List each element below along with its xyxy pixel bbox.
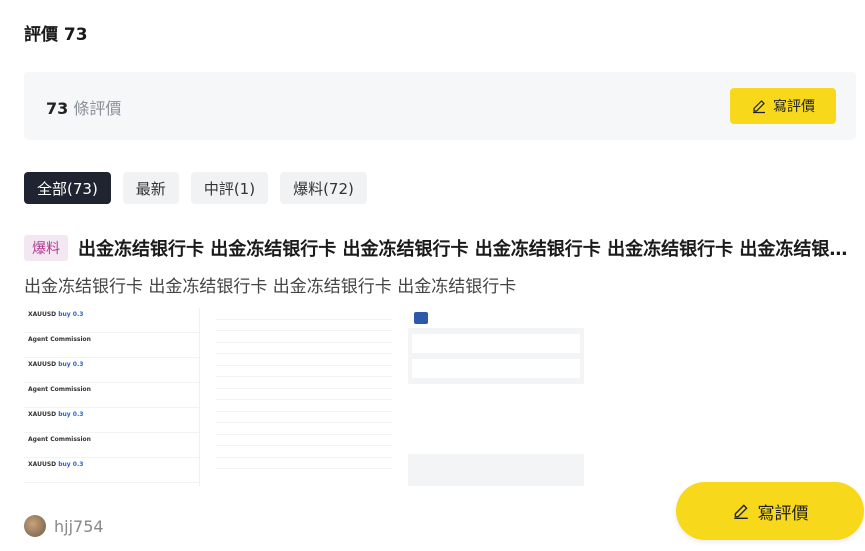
review-count-unit: 條評價 bbox=[73, 99, 122, 118]
pencil-icon bbox=[753, 100, 765, 114]
author-name[interactable]: hjj754 bbox=[54, 517, 104, 536]
tab-exposure[interactable]: 爆料(72) bbox=[280, 172, 367, 204]
floating-write-review-button[interactable]: 寫評價 bbox=[676, 482, 864, 540]
review-summary: 73 條評價 寫評價 bbox=[24, 72, 856, 140]
avatar[interactable] bbox=[24, 515, 46, 537]
review-count: 73 條評價 bbox=[46, 95, 121, 119]
filter-tabs: 全部(73) 最新 中評(1) 爆料(72) bbox=[24, 172, 367, 204]
post-image-1[interactable]: XAUUSD buy 0.3 Agent Commission XAUUSD b… bbox=[24, 308, 200, 486]
review-count-number: 73 bbox=[46, 99, 69, 118]
tab-all[interactable]: 全部(73) bbox=[24, 172, 111, 204]
post-title-row[interactable]: 爆料 出金冻结银行卡 出金冻结银行卡 出金冻结银行卡 出金冻结银行卡 出金冻结银… bbox=[24, 234, 850, 262]
page-title: 評價 73 bbox=[24, 25, 88, 45]
pencil-icon bbox=[733, 504, 748, 519]
post-author[interactable]: hjj754 bbox=[24, 515, 104, 537]
tab-latest[interactable]: 最新 bbox=[122, 172, 179, 204]
write-review-button[interactable]: 寫評價 bbox=[730, 88, 836, 124]
post-image-2[interactable] bbox=[216, 308, 392, 486]
post-body: 出金冻结银行卡 出金冻结银行卡 出金冻结银行卡 出金冻结银行卡 bbox=[24, 277, 517, 297]
floating-write-review-label: 寫評價 bbox=[757, 503, 809, 524]
write-review-label: 寫評價 bbox=[773, 99, 815, 115]
post-title[interactable]: 出金冻结银行卡 出金冻结银行卡 出金冻结银行卡 出金冻结银行卡 出金冻结银行卡 … bbox=[78, 235, 850, 261]
tab-neutral[interactable]: 中評(1) bbox=[190, 172, 269, 204]
post-image-3[interactable] bbox=[408, 308, 584, 486]
exposure-badge: 爆料 bbox=[24, 235, 68, 261]
bank-logo-icon bbox=[414, 312, 428, 324]
post-images: XAUUSD buy 0.3 Agent Commission XAUUSD b… bbox=[24, 308, 584, 486]
